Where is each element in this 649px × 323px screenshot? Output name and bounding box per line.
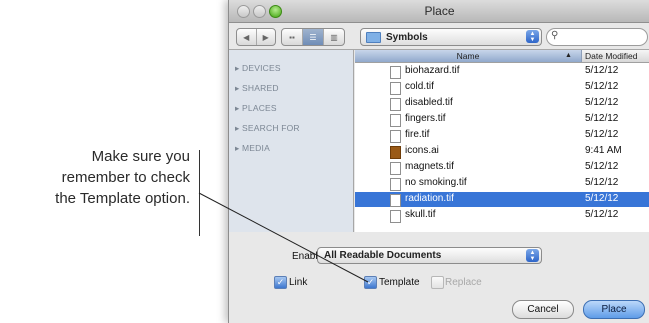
leader-line (198, 192, 369, 283)
callout-leader-line (198, 192, 369, 283)
